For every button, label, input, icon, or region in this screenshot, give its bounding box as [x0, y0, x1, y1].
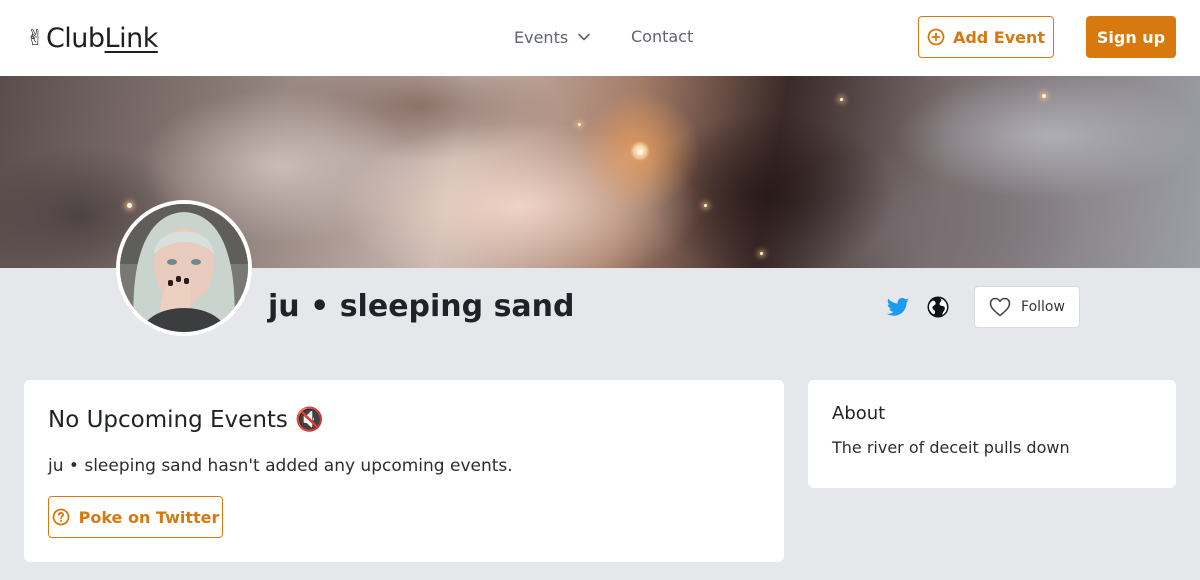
banner-star — [840, 98, 843, 101]
events-card-description: ju • sleeping sand hasn't added any upco… — [48, 456, 513, 476]
question-circle-icon — [52, 508, 70, 526]
twitter-icon[interactable] — [886, 295, 910, 319]
globe-icon[interactable] — [926, 295, 950, 319]
nav-events-dropdown[interactable]: Events — [514, 26, 590, 48]
heart-icon — [989, 297, 1011, 317]
victory-hand-icon: ✌ — [26, 25, 44, 51]
banner-star — [704, 204, 707, 207]
sign-up-button[interactable]: Sign up — [1086, 16, 1176, 58]
add-event-label: Add Event — [952, 27, 1046, 47]
plus-circle-icon — [927, 28, 945, 46]
site-header: ✌ Club Link Events Contact Add Event Sig… — [0, 0, 1200, 76]
nav-contact-link[interactable]: Contact — [631, 26, 693, 48]
events-title-text: No Upcoming Events — [48, 407, 288, 433]
follow-label: Follow — [1021, 299, 1065, 315]
clublink-logo[interactable]: ✌ Club Link — [26, 20, 158, 56]
muted-speaker-icon: 🔇 — [295, 407, 324, 433]
upcoming-events-card: No Upcoming Events 🔇 ju • sleeping sand … — [24, 380, 784, 562]
profile-avatar — [116, 200, 252, 336]
about-text: The river of deceit pulls down — [832, 438, 1070, 457]
poke-label: Poke on Twitter — [78, 507, 220, 527]
banner-star — [760, 252, 763, 255]
add-event-button[interactable]: Add Event — [918, 16, 1054, 58]
banner-star — [637, 149, 643, 155]
about-card: About The river of deceit pulls down — [808, 380, 1176, 488]
profile-name: ju • sleeping sand — [268, 289, 575, 324]
logo-text-club: Club — [45, 22, 105, 54]
poke-on-twitter-button[interactable]: Poke on Twitter — [48, 496, 223, 538]
avatar-portrait — [120, 204, 248, 332]
logo-text-link: Link — [104, 22, 159, 54]
banner-star — [127, 203, 132, 208]
chevron-down-icon — [578, 33, 590, 41]
follow-button[interactable]: Follow — [974, 286, 1080, 328]
banner-star — [1042, 94, 1046, 98]
banner-star — [578, 123, 581, 126]
about-title: About — [832, 403, 886, 424]
nav-events-label: Events — [514, 27, 569, 47]
events-card-title: No Upcoming Events 🔇 — [48, 404, 324, 436]
